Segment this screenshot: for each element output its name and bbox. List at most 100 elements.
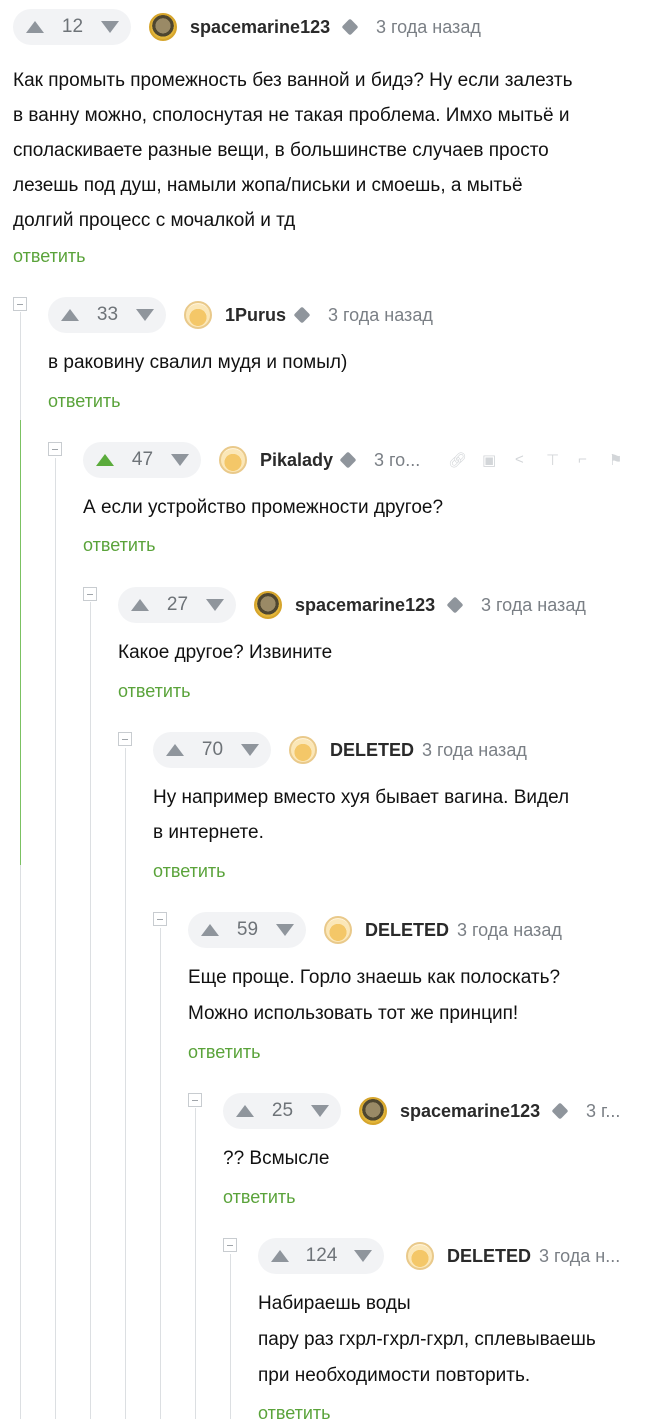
collapse-button[interactable]: [48, 442, 62, 456]
portrait-avatar[interactable]: [149, 13, 177, 41]
comment-text-line: А если устройство промежности другое?: [83, 497, 444, 518]
comment-text-line: Как промыть промежность без ванной и бид…: [13, 70, 573, 91]
tag-icon[interactable]: [551, 1102, 569, 1120]
upvote-icon[interactable]: [271, 1250, 289, 1262]
portrait-avatar[interactable]: [359, 1097, 387, 1125]
downvote-icon[interactable]: [240, 744, 259, 756]
comment-text-line: Ну например вместо хуя бывает вагина. Ви…: [153, 787, 570, 808]
comment-score: 27: [166, 594, 189, 615]
pikabu-avatar[interactable]: [289, 736, 317, 764]
comment-text-line: Набираешь воды: [258, 1293, 411, 1314]
tag-icon[interactable]: [339, 451, 357, 469]
collapse-button[interactable]: [188, 1093, 202, 1107]
vote-control: 27: [118, 587, 236, 623]
reply-link[interactable]: ответить: [13, 246, 86, 267]
comment-time[interactable]: 3 года назад: [457, 920, 562, 941]
share-icon[interactable]: <: [515, 451, 524, 468]
downvote-icon[interactable]: [205, 599, 224, 611]
pikabu-avatar[interactable]: [406, 1242, 434, 1270]
collapse-button[interactable]: [118, 732, 132, 746]
upvote-icon[interactable]: [61, 309, 79, 321]
downvote-icon[interactable]: [170, 454, 189, 466]
thread-line-7: [195, 1108, 196, 1419]
upvote-icon[interactable]: [26, 21, 44, 33]
comment-text-line: пару раз гхрл-гхрл-гхрл, сплевываешь: [258, 1329, 596, 1350]
comment-score: 70: [201, 739, 224, 760]
comment-text-line: долгий процесс с мочалкой и тд: [13, 210, 296, 231]
comment-author[interactable]: 1Purus: [225, 305, 286, 326]
downvote-icon[interactable]: [135, 309, 154, 321]
pikabu-avatar[interactable]: [219, 446, 247, 474]
collapse-button[interactable]: [13, 297, 27, 311]
upvote-icon[interactable]: [131, 599, 149, 611]
portrait-avatar[interactable]: [254, 591, 282, 619]
reply-link[interactable]: ответить: [258, 1403, 331, 1424]
comment-time[interactable]: 3 г...: [586, 1101, 620, 1122]
upvote-icon[interactable]: [166, 744, 184, 756]
comment-time[interactable]: 3 года назад: [422, 740, 527, 761]
comment-author[interactable]: spacemarine123: [295, 595, 435, 616]
pin-icon[interactable]: ⊤: [546, 451, 559, 469]
comment-time[interactable]: 3 года назад: [481, 595, 586, 616]
comment-text-line: Можно использовать тот же принцип!: [188, 1003, 519, 1024]
vote-control: 12: [13, 9, 131, 45]
collapse-button[interactable]: [83, 587, 97, 601]
downvote-icon[interactable]: [310, 1105, 329, 1117]
comment-author[interactable]: spacemarine123: [190, 17, 330, 38]
vote-control: 25: [223, 1093, 341, 1129]
upvote-icon[interactable]: [96, 454, 114, 466]
comment-time[interactable]: 3 года назад: [376, 17, 481, 38]
upvote-icon[interactable]: [201, 924, 219, 936]
thread-line-4: [90, 602, 91, 1419]
tag-icon[interactable]: [446, 596, 464, 614]
save-icon[interactable]: ▣: [482, 451, 496, 469]
downvote-icon[interactable]: [353, 1250, 372, 1262]
comment-score: 47: [131, 449, 154, 470]
comment-text-line: в интернете.: [153, 822, 264, 843]
collapse-button[interactable]: [223, 1238, 237, 1252]
comment-score: 59: [236, 919, 259, 940]
vote-control: 70: [153, 732, 271, 768]
comment-text-line: Какое другое? Извините: [118, 642, 333, 663]
tag-icon[interactable]: [341, 18, 359, 36]
vote-control: 124: [258, 1238, 384, 1274]
comment-score: 25: [271, 1100, 294, 1121]
comment-text-line: ?? Всмысле: [223, 1148, 330, 1169]
pikabu-avatar[interactable]: [324, 916, 352, 944]
comment-time[interactable]: 3 го...: [374, 450, 420, 471]
report-flag-icon[interactable]: ⚑: [609, 451, 622, 469]
reply-link[interactable]: ответить: [118, 681, 191, 702]
hand-icon[interactable]: ⌐: [578, 451, 587, 468]
comment-score: 33: [96, 304, 119, 325]
downvote-icon[interactable]: [275, 924, 294, 936]
reply-link[interactable]: ответить: [83, 535, 156, 556]
upvote-icon[interactable]: [236, 1105, 254, 1117]
comment-text-line: лезешь под душ, намыли жопа/письки и смо…: [13, 175, 523, 196]
tag-icon[interactable]: [293, 306, 311, 324]
comment-time[interactable]: 3 года назад: [328, 305, 433, 326]
comment-author[interactable]: spacemarine123: [400, 1101, 540, 1122]
downvote-icon[interactable]: [100, 21, 119, 33]
comment-text-line: в ванну можно, сполоснутая не такая проб…: [13, 105, 570, 126]
comment-author[interactable]: Pikalady: [260, 450, 333, 471]
collapse-button[interactable]: [153, 912, 167, 926]
comment-author[interactable]: DELETED: [365, 920, 449, 941]
comment-text-line: при необходимости повторить.: [258, 1365, 531, 1386]
thread-line-8: [230, 1254, 231, 1419]
comment-text-line: в раковину свалил мудя и помыл): [48, 352, 348, 373]
comment-text-line: споласкиваете разные вещи, в большинстве…: [13, 140, 549, 161]
reply-link[interactable]: ответить: [223, 1187, 296, 1208]
comment-score: 124: [305, 1245, 338, 1266]
link-icon[interactable]: 🔗︎: [448, 451, 467, 469]
pikabu-avatar[interactable]: [184, 301, 212, 329]
comment-author[interactable]: DELETED: [447, 1246, 531, 1267]
comment-time[interactable]: 3 года н...: [539, 1246, 620, 1267]
comment-text-line: Еще проще. Горло знаешь как полоскать?: [188, 967, 561, 988]
reply-link[interactable]: ответить: [48, 391, 121, 412]
reply-link[interactable]: ответить: [153, 861, 226, 882]
vote-control: 33: [48, 297, 166, 333]
thread-line-5: [125, 748, 126, 1419]
comment-author[interactable]: DELETED: [330, 740, 414, 761]
reply-link[interactable]: ответить: [188, 1042, 261, 1063]
vote-control: 47: [83, 442, 201, 478]
